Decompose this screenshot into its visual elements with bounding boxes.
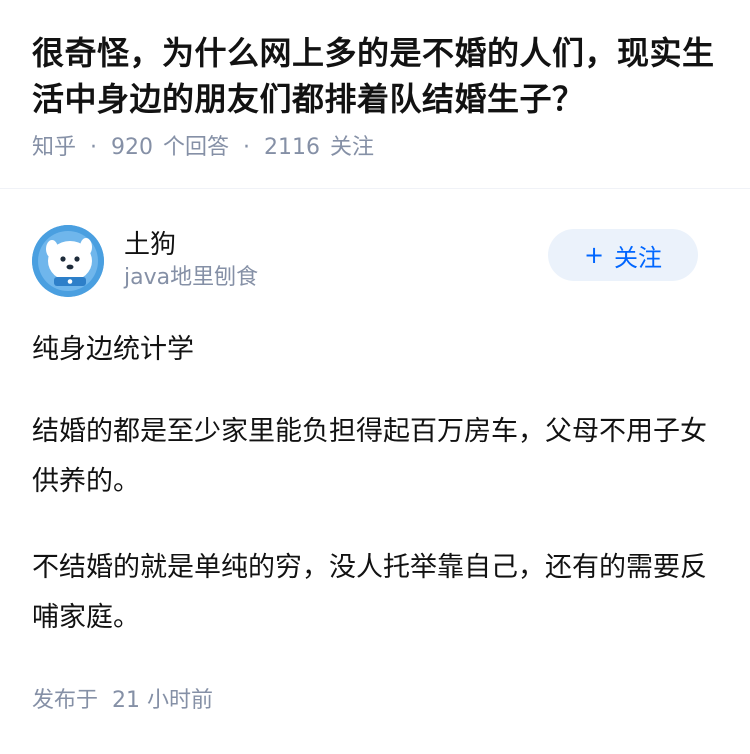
avatar[interactable] bbox=[32, 225, 104, 297]
answer-count: 920 bbox=[111, 135, 154, 160]
source-label[interactable]: 知乎 bbox=[32, 132, 76, 164]
follow-button[interactable]: + 关注 bbox=[548, 229, 698, 281]
author-row: 土狗 java地里刨食 + 关注 bbox=[32, 223, 718, 299]
meta-separator: · bbox=[243, 135, 251, 160]
cartoon-dog-avatar-icon bbox=[32, 225, 104, 297]
answer-content: 纯身边统计学 结婚的都是至少家里能负担得起百万房车，父母不用子女供养的。 不结婚… bbox=[32, 325, 718, 643]
follower-count: 2116 bbox=[264, 135, 321, 160]
author-info: 土狗 java地里刨食 bbox=[124, 228, 548, 294]
follower-count-label[interactable]: 关注 bbox=[330, 132, 374, 164]
follow-label: 关注 bbox=[614, 243, 663, 272]
answer-paragraph: 不结婚的就是单纯的穷，没人托举靠自己，还有的需要反哺家庭。 bbox=[32, 552, 707, 633]
answer-count-label[interactable]: 个回答 bbox=[163, 132, 229, 164]
meta-separator: · bbox=[90, 135, 98, 160]
publish-time: 21 小时前 bbox=[112, 688, 214, 713]
section-divider bbox=[0, 188, 750, 189]
answer-paragraph: 结婚的都是至少家里能负担得起百万房车，父母不用子女供养的。 bbox=[32, 416, 707, 497]
question-title[interactable]: 很奇怪，为什么网上多的是不婚的人们，现实生活中身边的朋友们都排着队结婚生子？ bbox=[32, 30, 718, 122]
publish-info: 发布于 21 小时前 bbox=[32, 685, 213, 717]
answer-paragraph: 纯身边统计学 bbox=[32, 334, 194, 365]
question-meta: 知乎 · 920 个回答 · 2116 关注 bbox=[32, 132, 718, 164]
publish-label: 发布于 bbox=[32, 688, 99, 713]
answer-card: 土狗 java地里刨食 + 关注 纯身边统计学 结婚的都是至少家里能负担得起百万… bbox=[0, 223, 750, 643]
author-name[interactable]: 土狗 bbox=[124, 228, 548, 262]
author-headline: java地里刨食 bbox=[124, 265, 259, 290]
plus-icon: + bbox=[583, 241, 605, 269]
question-header: 很奇怪，为什么网上多的是不婚的人们，现实生活中身边的朋友们都排着队结婚生子？ 知… bbox=[0, 0, 750, 164]
